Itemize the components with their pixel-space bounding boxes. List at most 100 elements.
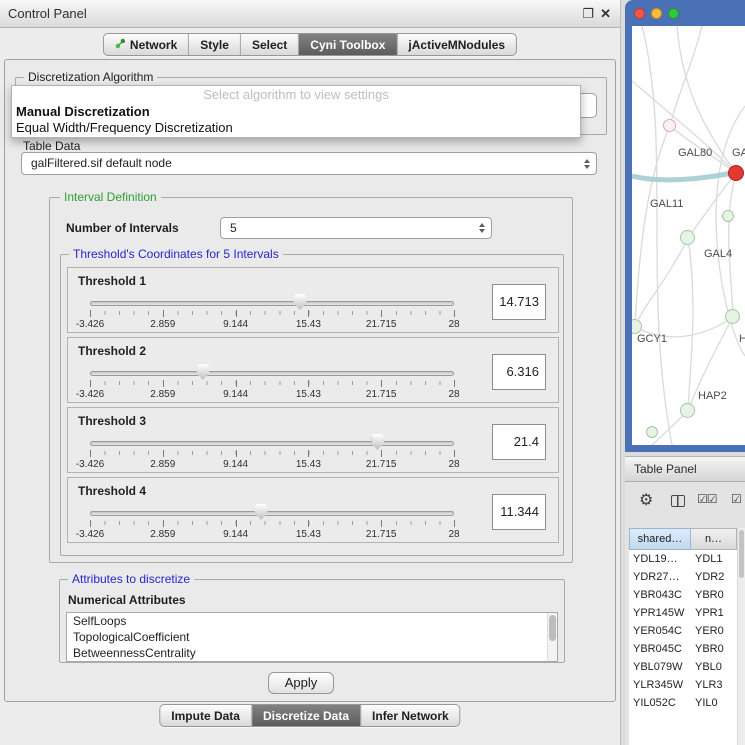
- scrollbar-thumb[interactable]: [549, 615, 556, 641]
- table-row[interactable]: YER054CYER0: [629, 622, 737, 640]
- cell[interactable]: YBR045C: [629, 640, 691, 658]
- table-row[interactable]: YDR27…YDR2: [629, 568, 737, 586]
- thresholds-group: Threshold's Coordinates for 5 Intervals …: [60, 254, 564, 556]
- slider-track[interactable]: [90, 511, 454, 516]
- network-node[interactable]: [680, 230, 695, 245]
- threshold-value-field[interactable]: 11.344: [492, 494, 546, 530]
- column-header-name[interactable]: n…: [691, 528, 737, 550]
- tick-label: 21.715: [366, 529, 397, 540]
- table-row[interactable]: YDL19…YDL1: [629, 550, 737, 568]
- cell[interactable]: YIL052C: [629, 694, 691, 712]
- table-row[interactable]: YBR045CYBR0: [629, 640, 737, 658]
- zoom-traffic-light[interactable]: [668, 8, 679, 19]
- slider-thumb[interactable]: [196, 364, 209, 380]
- gear-icon[interactable]: ⚙: [639, 490, 653, 510]
- slider-track[interactable]: [90, 441, 454, 446]
- network-node-selected[interactable]: [728, 165, 744, 181]
- list-item[interactable]: BetweennessCentrality: [67, 645, 557, 661]
- network-node[interactable]: [680, 403, 695, 418]
- cell[interactable]: YBR0: [691, 640, 737, 658]
- cell[interactable]: YBL079W: [629, 658, 691, 676]
- cell[interactable]: YBR0: [691, 586, 737, 604]
- tick-label: 21.715: [366, 389, 397, 400]
- cell[interactable]: YDR2: [691, 568, 737, 586]
- slider-thumb[interactable]: [371, 434, 384, 450]
- cell[interactable]: YLR345W: [629, 676, 691, 694]
- attributes-group: Attributes to discretize Numerical Attri…: [59, 579, 565, 663]
- columns-icon[interactable]: [671, 495, 685, 507]
- cell[interactable]: YIL0: [691, 694, 737, 712]
- table-scrollbar[interactable]: [737, 528, 745, 745]
- float-window-icon[interactable]: ❐: [582, 6, 594, 22]
- cell[interactable]: YPR1: [691, 604, 737, 622]
- table-data-value: galFiltered.sif default node: [31, 153, 172, 174]
- table-row[interactable]: YIL052CYIL0: [629, 694, 737, 712]
- cell[interactable]: YDL1: [691, 550, 737, 568]
- select-columns-icon[interactable]: ☑☑: [697, 492, 717, 506]
- cell[interactable]: YDL19…: [629, 550, 691, 568]
- network-node[interactable]: [725, 309, 740, 324]
- cell[interactable]: YER054C: [629, 622, 691, 640]
- slider-thumb[interactable]: [294, 294, 307, 310]
- slider-thumb[interactable]: [255, 504, 268, 520]
- table-row[interactable]: YLR345WYLR3: [629, 676, 737, 694]
- threshold-value-field[interactable]: 21.4: [492, 424, 546, 460]
- tab-label: Network: [130, 38, 177, 52]
- table-row[interactable]: YPR145WYPR1: [629, 604, 737, 622]
- algorithm-option-manual[interactable]: Manual Discretization: [12, 104, 580, 120]
- tick-label: 28: [448, 319, 459, 330]
- tab-infer-network[interactable]: Infer Network: [361, 705, 460, 726]
- cell[interactable]: YBL0: [691, 658, 737, 676]
- network-view-window: GAL80 GAL11 GAL4 GCY1 HAP2 GA H: [625, 0, 745, 452]
- interval-definition-group: Interval Definition Number of Intervals …: [49, 197, 573, 563]
- table-data-combobox[interactable]: galFiltered.sif default node: [21, 152, 597, 175]
- tick-label: -3.426: [76, 389, 104, 400]
- tick-label: 15.43: [296, 459, 321, 470]
- tab-jactivemnodules[interactable]: jActiveMNodules: [397, 34, 516, 55]
- list-item[interactable]: SelfLoops: [67, 613, 557, 629]
- tab-select[interactable]: Select: [241, 34, 299, 55]
- threshold-value-field[interactable]: 6.316: [492, 354, 546, 390]
- cell[interactable]: YER0: [691, 622, 737, 640]
- scrollbar-thumb[interactable]: [739, 530, 744, 578]
- list-scrollbar[interactable]: [547, 613, 557, 661]
- close-traffic-light[interactable]: [634, 8, 645, 19]
- apply-button[interactable]: Apply: [268, 672, 334, 694]
- cell[interactable]: YDR27…: [629, 568, 691, 586]
- cell[interactable]: YPR145W: [629, 604, 691, 622]
- network-node[interactable]: [646, 426, 658, 438]
- threshold-2-panel: Threshold 2 -3.4262.8599.14415.4321.7152…: [67, 337, 559, 403]
- combo-arrows-icon: [479, 223, 485, 233]
- node-label: H: [739, 333, 745, 345]
- tab-network[interactable]: Network: [104, 34, 189, 55]
- tick-mark: [308, 310, 309, 317]
- network-canvas[interactable]: GAL80 GAL11 GAL4 GCY1 HAP2 GA H: [632, 26, 745, 445]
- table-row[interactable]: YBL079WYBL0: [629, 658, 737, 676]
- list-item[interactable]: TopologicalCoefficient: [67, 629, 557, 645]
- slider-track[interactable]: [90, 371, 454, 376]
- tab-impute-data[interactable]: Impute Data: [160, 705, 252, 726]
- tick-mark: [308, 520, 309, 527]
- tick-label: -3.426: [76, 529, 104, 540]
- threshold-value-field[interactable]: 14.713: [492, 284, 546, 320]
- bottom-tab-bar: Impute Data Discretize Data Infer Networ…: [159, 704, 460, 727]
- column-header-shared-name[interactable]: shared…: [629, 528, 691, 550]
- cell[interactable]: YLR3: [691, 676, 737, 694]
- tab-style[interactable]: Style: [189, 34, 241, 55]
- slider-track[interactable]: [90, 301, 454, 306]
- algorithm-option-equal-width[interactable]: Equal Width/Frequency Discretization: [12, 120, 580, 136]
- cell[interactable]: YBR043C: [629, 586, 691, 604]
- table-panel-header[interactable]: Table Panel: [625, 456, 745, 482]
- close-icon[interactable]: ✕: [600, 6, 611, 22]
- checkbox-icon[interactable]: ☑: [731, 492, 742, 506]
- tab-cyni-toolbox[interactable]: Cyni Toolbox: [299, 34, 397, 55]
- table-row[interactable]: YBR043CYBR0: [629, 586, 737, 604]
- number-of-intervals-combobox[interactable]: 5: [220, 217, 492, 239]
- minimize-traffic-light[interactable]: [651, 8, 662, 19]
- tick-mark: [236, 380, 237, 387]
- network-node[interactable]: [722, 210, 734, 222]
- tab-discretize-data[interactable]: Discretize Data: [252, 705, 361, 726]
- tick-label: 2.859: [150, 389, 175, 400]
- threshold-label: Threshold 3: [78, 414, 146, 428]
- network-node[interactable]: [663, 119, 676, 132]
